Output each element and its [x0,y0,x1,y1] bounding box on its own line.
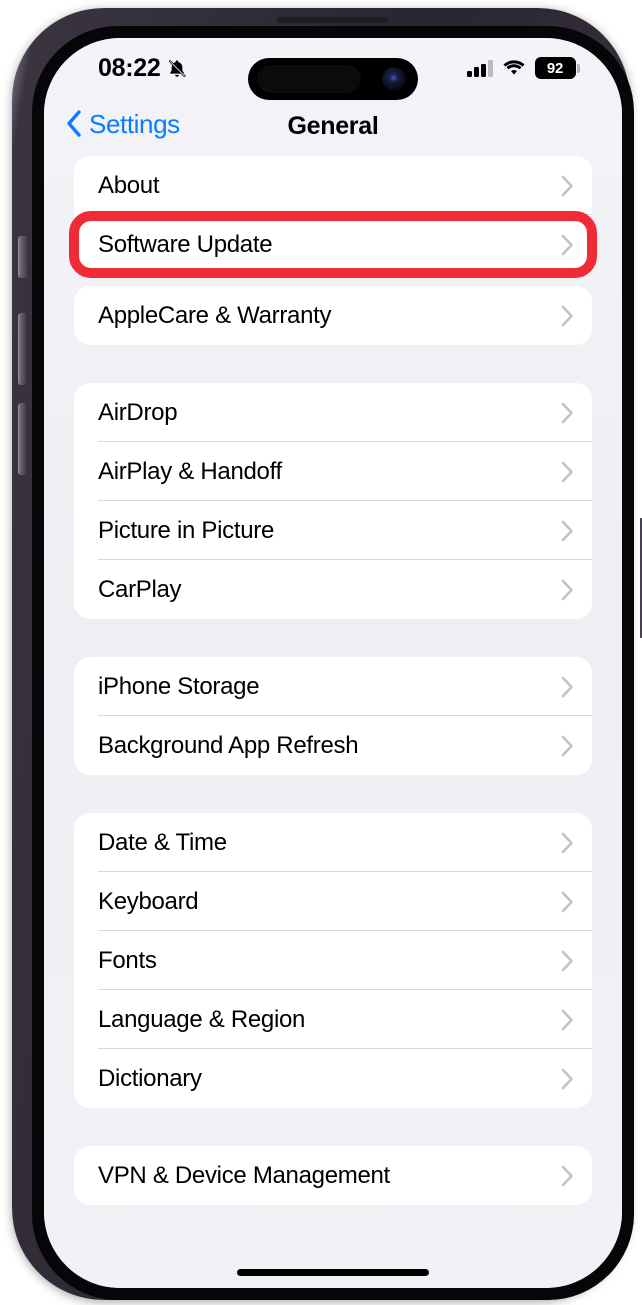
chevron-right-icon [561,1165,573,1186]
battery-tip [577,63,580,73]
group-about: About Software Update [74,156,592,274]
earpiece-speaker [277,17,389,23]
settings-row-label: About [98,171,160,199]
dynamic-island[interactable] [248,58,418,100]
settings-row-label: Keyboard [98,887,199,915]
chevron-right-icon [561,735,573,756]
status-bar: 08:22 92 [44,38,622,100]
chevron-right-icon [561,234,573,255]
settings-row-label: Language & Region [98,1005,306,1033]
navigation-bar: Settings General [44,100,622,156]
settings-row[interactable]: Fonts [74,931,592,990]
settings-row-label: iPhone Storage [98,672,260,700]
battery-percent-label: 92 [546,59,564,77]
chevron-right-icon [561,676,573,697]
volume-up-button[interactable] [18,313,26,385]
settings-row-label: CarPlay [98,575,182,603]
settings-row-label: AppleCare & Warranty [98,301,332,329]
status-time: 08:22 [98,54,161,82]
settings-row[interactable]: VPN & Device Management [74,1146,592,1205]
group-connectivity: AirDrop AirPlay & Handoff Picture in Pictu… [74,383,592,619]
group-vpn: VPN & Device Management [74,1146,592,1205]
home-indicator[interactable] [237,1269,429,1276]
chevron-right-icon [561,950,573,971]
settings-row[interactable]: AirDrop [74,383,592,442]
settings-row-label: VPN & Device Management [98,1161,390,1189]
phone-screen: 08:22 92 Settings General About Software… [44,38,622,1288]
bell-slash-icon [169,59,187,77]
chevron-right-icon [561,579,573,600]
settings-list: About Software Update AppleCare & Warranty… [44,156,622,1217]
settings-row[interactable]: Date & Time [74,813,592,872]
group-localization: Date & Time Keyboard Fonts Language & Regio… [74,813,592,1108]
settings-row[interactable]: AppleCare & Warranty [74,286,592,345]
iphone-device-frame: 08:22 92 Settings General About Software… [12,8,642,1300]
dynamic-island-pill [257,65,361,93]
settings-row-label: Picture in Picture [98,516,275,544]
chevron-right-icon [561,461,573,482]
group-storage: iPhone Storage Background App Refresh [74,657,592,775]
settings-row[interactable]: Dictionary [74,1049,592,1108]
chevron-right-icon [561,520,573,541]
settings-row-label: AirPlay & Handoff [98,457,282,485]
settings-row[interactable]: AirPlay & Handoff [74,442,592,501]
status-bar-left: 08:22 [98,56,188,81]
settings-row[interactable]: CarPlay [74,560,592,619]
chevron-right-icon [561,175,573,196]
chevron-right-icon [561,1009,573,1030]
settings-row[interactable]: Software Update [74,215,592,274]
chevron-right-icon [561,891,573,912]
settings-row-label: Background App Refresh [98,731,359,759]
settings-row-label: Dictionary [98,1064,202,1092]
settings-row[interactable]: Background App Refresh [74,716,592,775]
chevron-right-icon [561,832,573,853]
page-title: General [287,112,379,140]
group-applecare: AppleCare & Warranty [74,286,592,345]
volume-down-button[interactable] [18,403,26,475]
action-button[interactable] [18,236,27,278]
settings-row-label: AirDrop [98,398,178,426]
settings-row[interactable]: About [74,156,592,215]
settings-row-label: Fonts [98,946,157,974]
settings-row[interactable]: iPhone Storage [74,657,592,716]
settings-row[interactable]: Language & Region [74,990,592,1049]
settings-row-label: Date & Time [98,828,227,856]
battery-icon: 92 [534,57,580,79]
wifi-icon [503,60,524,75]
chevron-right-icon [561,1068,573,1089]
chevron-right-icon [561,305,573,326]
settings-row[interactable]: Keyboard [74,872,592,931]
settings-row-label: Software Update [98,230,273,258]
front-camera-lens [382,67,406,91]
status-bar-right: 92 [467,57,580,79]
cellular-signal-icon [467,59,493,77]
settings-row[interactable]: Picture in Picture [74,501,592,560]
chevron-right-icon [561,402,573,423]
